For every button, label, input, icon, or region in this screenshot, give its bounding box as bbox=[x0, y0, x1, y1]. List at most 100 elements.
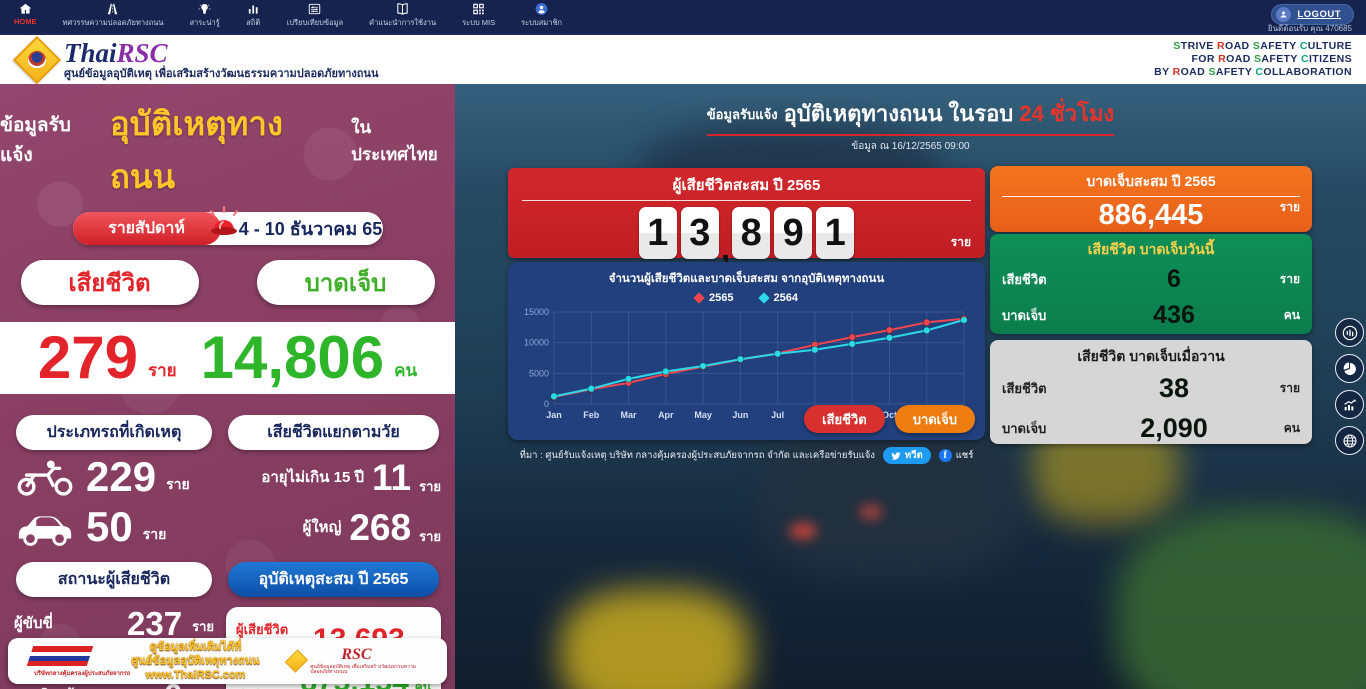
legend-label: 2565 bbox=[709, 292, 733, 304]
chart-injuries-button[interactable]: บาดเจ็บ bbox=[895, 405, 975, 433]
period-selector[interactable]: รายสัปดาห์ 4 - 10 ธันวาคม 65 bbox=[73, 212, 383, 245]
weekly-title-suffix: ในประเทศไทย bbox=[351, 114, 455, 168]
legend-marker-icon bbox=[693, 292, 704, 303]
svg-text:0: 0 bbox=[544, 399, 549, 409]
vehicle-column: 229 ราย 50 ราย bbox=[14, 452, 214, 552]
book-icon bbox=[395, 2, 410, 16]
svg-text:Jun: Jun bbox=[732, 410, 748, 420]
nav-item-label: ระบบสมาชิก bbox=[521, 17, 562, 29]
yesterday-stats-card: เสียชีวิต บาดเจ็บเมื่อวาน เสียชีวิต 38 ร… bbox=[990, 340, 1312, 444]
thairsc-diamond-icon bbox=[13, 35, 61, 83]
chart-metric-buttons: เสียชีวิต บาดเจ็บ bbox=[804, 405, 975, 433]
today-deaths-label: เสียชีวิต bbox=[1002, 269, 1088, 290]
svg-text:Mar: Mar bbox=[621, 410, 638, 420]
deaths-cumulative-card: ผู้เสียชีวิตสะสม ปี 2565 13,891 ราย bbox=[508, 168, 985, 258]
deaths-cumulative-title: ผู้เสียชีวิตสะสม ปี 2565 bbox=[508, 168, 985, 197]
main-title-prefix: ข้อมูลรับแจ้ง bbox=[707, 107, 778, 122]
thairsc-logo[interactable]: ThaiRSC ศูนย์ข้อมูลอุบัติเหตุ เพื่อเสริม… bbox=[14, 40, 378, 80]
bar-chart-icon bbox=[246, 2, 261, 16]
nav-item-mis-system[interactable]: ระบบ MIS bbox=[462, 2, 495, 29]
yesterday-deaths-value: 38 bbox=[1088, 373, 1260, 404]
age-under15-value: 11 bbox=[372, 459, 411, 496]
user-avatar-icon bbox=[1276, 7, 1291, 22]
trend-chart-widget-button[interactable] bbox=[1335, 390, 1364, 419]
brand-rsc: RSC bbox=[117, 38, 168, 68]
svg-text:Apr: Apr bbox=[658, 410, 674, 420]
nav-item-statistics[interactable]: สถิติ bbox=[246, 2, 261, 29]
nav-items: HOME ทศวรรษความปลอดภัยทางถนน สาระน่ารู้ … bbox=[0, 0, 1366, 29]
nav-item-user-guide[interactable]: คำแนะนำการใช้งาน bbox=[369, 2, 436, 29]
deaths-by-age-header: เสียชีวิตแยกตามวัย bbox=[228, 415, 439, 450]
injuries-cumulative-unit: ราย bbox=[1280, 198, 1300, 217]
facebook-share-button[interactable]: f แชร์ bbox=[939, 448, 974, 463]
mini-brand-caption: ศูนย์ข้อมูลอุบัติเหตุ เพื่อเสริมสร้างวัฒ… bbox=[310, 665, 425, 675]
legend-item-2565[interactable]: 2565 bbox=[695, 292, 733, 304]
green-car-blob bbox=[1116, 509, 1366, 689]
svg-text:10000: 10000 bbox=[524, 338, 549, 348]
siren-icon bbox=[207, 204, 241, 244]
nav-item-home[interactable]: HOME bbox=[14, 2, 37, 26]
welcome-user-text: ยินดีต้อนรับ คุณ 470685 bbox=[1268, 22, 1352, 35]
weekly-title-main: อุบัติเหตุทางถนน bbox=[110, 97, 342, 203]
svg-text:15000: 15000 bbox=[524, 307, 549, 317]
counter-comma: , bbox=[721, 239, 730, 259]
chart-source-text: ที่มา : ศูนย์รับแจ้งเหตุ บริษัท กลางคุ้ม… bbox=[520, 448, 875, 463]
nav-item-label: สถิติ bbox=[246, 17, 260, 29]
rvp-caption: บริษัทกลางคุ้มครองผู้ประสบภัยจากรถ bbox=[34, 668, 130, 678]
chart-source-row: ที่มา : ศูนย์รับแจ้งเหตุ บริษัท กลางคุ้ม… bbox=[508, 447, 985, 464]
deaths-cumulative-unit: ราย bbox=[951, 233, 971, 252]
cumulative-line-chart-card: จำนวนผู้เสียชีวิตและบาดเจ็บสะสม จากอุบัต… bbox=[508, 262, 985, 440]
table-row: อายุไม่เกิน 15 ปี 11 ราย bbox=[226, 452, 441, 502]
yesterday-deaths-unit: ราย bbox=[1260, 379, 1300, 398]
thairsc-footer-logo[interactable]: ThaiRSC ศูนย์ข้อมูลอุบัติเหตุ เพื่อเสริม… bbox=[289, 647, 425, 675]
nav-item-knowledge[interactable]: สาระน่ารู้ bbox=[189, 2, 219, 29]
main-title-text: อุบัติเหตุทางถนน ในรอบ bbox=[784, 101, 1014, 126]
yesterday-injuries-unit: คน bbox=[1260, 419, 1300, 438]
counter-digit: 9 bbox=[774, 207, 812, 259]
table-row: ผู้ขับขี่ 237 ราย bbox=[14, 605, 214, 641]
deaths-flip-counter: 13,891 bbox=[508, 207, 985, 259]
nav-item-member-system[interactable]: ระบบสมาชิก bbox=[521, 2, 562, 29]
trend-chart-icon bbox=[1342, 397, 1358, 413]
pie-chart-widget-button[interactable] bbox=[1335, 354, 1364, 383]
nav-item-compare-data[interactable]: เปรียบเทียบข้อมูล bbox=[287, 2, 343, 29]
period-date-range: 4 - 10 ธันวาคม 65 bbox=[221, 212, 383, 245]
yesterday-injuries-label: บาดเจ็บ bbox=[1002, 418, 1088, 439]
today-deaths-value: 6 bbox=[1088, 265, 1260, 294]
globe-icon bbox=[1342, 433, 1358, 449]
section-headers-row-1: ประเภทรถที่เกิดเหตุ เสียชีวิตแยกตามวัย bbox=[0, 415, 455, 450]
rvp-company-logo[interactable]: R บริษัทกลางคุ้มครองผู้ประสบภัยจากรถ bbox=[30, 644, 101, 678]
legend-item-2564[interactable]: 2564 bbox=[760, 292, 798, 304]
nav-item-label: เปรียบเทียบข้อมูล bbox=[287, 17, 343, 29]
metric-buttons: เสียชีวิต บาดเจ็บ bbox=[0, 260, 455, 305]
today-deaths-unit: ราย bbox=[1260, 270, 1300, 289]
age-under15-unit: ราย bbox=[419, 476, 441, 497]
mini-brand-thai: Thai bbox=[310, 646, 341, 663]
twitter-share-button[interactable]: ทวีต bbox=[883, 447, 931, 464]
member-icon bbox=[534, 2, 549, 16]
yesterday-injuries-value: 2,090 bbox=[1088, 413, 1260, 444]
brand-name: ThaiRSC bbox=[64, 40, 378, 67]
globe-widget-button[interactable] bbox=[1335, 426, 1364, 455]
mini-brand-rsc: RSC bbox=[341, 646, 371, 663]
age-under15-label: อายุไม่เกิน 15 ปี bbox=[261, 465, 364, 489]
motorcycle-icon bbox=[14, 457, 76, 497]
data-as-of-timestamp: ข้อมูล ณ 16/12/2565 09:00 bbox=[455, 139, 1366, 154]
chart-deaths-button[interactable]: เสียชีวิต bbox=[804, 405, 885, 433]
injuries-tab-button[interactable]: บาดเจ็บ bbox=[257, 260, 435, 305]
weekly-injuries-unit: คน bbox=[394, 357, 417, 384]
qr-icon bbox=[471, 2, 486, 16]
legend-marker-icon bbox=[758, 292, 769, 303]
table-row: ผู้ใหญ่ 268 ราย bbox=[226, 502, 441, 552]
taxi-blob bbox=[560, 589, 750, 689]
brand-subtitle: ศูนย์ข้อมูลอุบัติเหตุ เพื่อเสริมสร้างวัฒ… bbox=[64, 69, 378, 80]
bar-chart-widget-button[interactable] bbox=[1335, 318, 1364, 347]
injuries-cumulative-card: บาดเจ็บสะสม ปี 2565 886,445 ราย bbox=[990, 166, 1312, 232]
yesterday-deaths-label: เสียชีวิต bbox=[1002, 378, 1088, 399]
deaths-tab-button[interactable]: เสียชีวิต bbox=[21, 260, 199, 305]
nav-item-decade-road-safety[interactable]: ทศวรรษความปลอดภัยทางถนน bbox=[63, 2, 164, 29]
bar-chart-circle-icon bbox=[1342, 325, 1358, 341]
rvp-flag-icon bbox=[27, 646, 93, 666]
brand-texts: ThaiRSC ศูนย์ข้อมูลอุบัติเหตุ เพื่อเสริม… bbox=[64, 40, 378, 80]
svg-text:5000: 5000 bbox=[529, 368, 549, 378]
